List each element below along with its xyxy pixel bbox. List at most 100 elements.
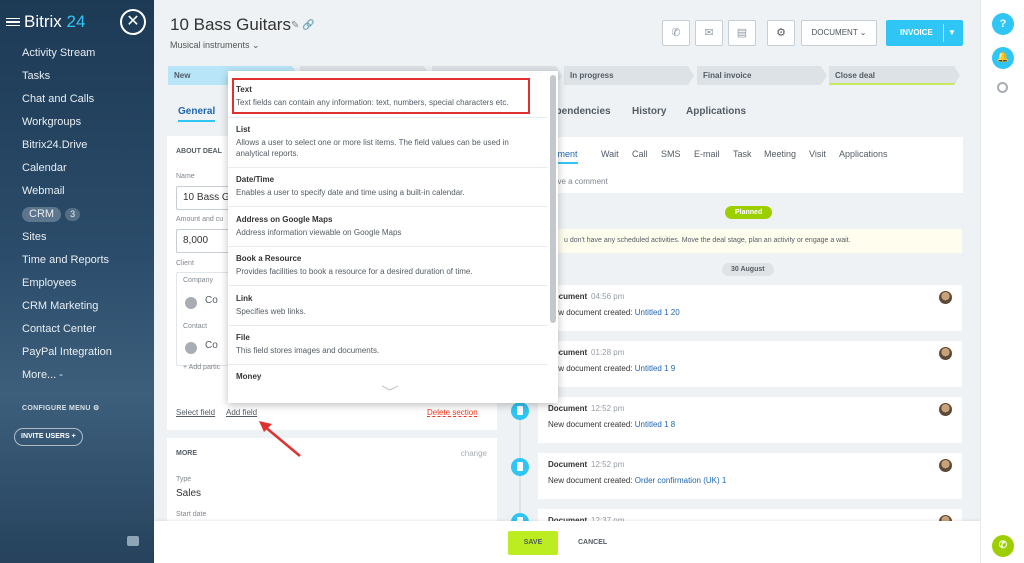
annotation-arrow [259,421,301,457]
sidebar-item-chat-and-calls[interactable]: Chat and Calls [22,90,152,113]
sidebar-item-more[interactable]: More... - [22,366,152,389]
avatar[interactable] [939,459,952,472]
amount-label: Amount and cu [176,216,224,223]
pencil-icon[interactable]: ✎ [291,20,299,31]
timeline-item-desc: New document created: Order confirmation… [548,476,727,485]
comment-input[interactable]: ave a comment [553,177,608,186]
avatar[interactable] [939,403,952,416]
phone-button[interactable]: ✆ [662,20,690,46]
delete-section-link[interactable]: Delete section [427,408,478,417]
timeline-item-title: Document [548,404,588,413]
timeline-tab-wait[interactable]: Wait [601,149,619,159]
logo-row: Bitrix 24 [6,12,85,32]
sidebar-item-crm-marketing[interactable]: CRM Marketing [22,297,152,320]
avatar[interactable] [939,291,952,304]
timeline-item[interactable]: Document 12:52 pm New document created: … [538,453,962,499]
amount-field[interactable]: 8,000 [176,229,236,253]
company-input[interactable]: Co [205,295,218,306]
avatar[interactable] [939,347,952,360]
add-field-link[interactable]: Add field [226,408,257,417]
sidebar-item-time-and-reports[interactable]: Time and Reports [22,251,152,274]
sidebar-item-activity-stream[interactable]: Activity Stream [22,44,152,67]
timeline-tab-sms[interactable]: SMS [661,149,681,159]
timeline-item-desc: New document created: Untitled 1 8 [548,420,676,429]
sidebar-item-paypal[interactable]: PayPal Integration [22,343,152,366]
sidebar-item-contact-center[interactable]: Contact Center [22,320,152,343]
add-participant-link[interactable]: + Add partic [183,364,220,371]
bell-icon[interactable]: 🔔 [992,47,1014,69]
logo[interactable]: Bitrix 24 [24,12,85,32]
tab-history[interactable]: History [632,106,666,117]
sidebar-item-employees[interactable]: Employees [22,274,152,297]
save-button[interactable]: SAVE [508,531,558,555]
stage-close-deal[interactable]: Close deal [829,66,960,85]
planned-badge: Planned [725,206,773,219]
timeline-tab-email[interactable]: E-mail [694,149,720,159]
sidebar-item-tasks[interactable]: Tasks [22,67,152,90]
select-field-link[interactable]: Select field [176,408,215,417]
tab-dependencies[interactable]: ependencies [550,106,611,117]
invite-users-button[interactable]: INVITE USERS + [14,428,83,446]
field-type-address[interactable]: Address on Google Maps Address informati… [236,215,542,238]
document-link[interactable]: Untitled 1 9 [635,364,675,373]
sidebar-item-crm[interactable]: CRM 3 [22,205,152,228]
timeline-tab-visit[interactable]: Visit [809,149,826,159]
timeline-item-time: 01:28 pm [591,348,625,357]
field-type-link[interactable]: Link Specifies web links. [236,294,542,317]
document-link[interactable]: Untitled 1 8 [635,420,675,429]
chevron-down-icon[interactable] [381,385,399,391]
email-button[interactable]: ✉ [695,20,723,46]
menu-icon[interactable] [6,17,20,27]
tab-applications[interactable]: Applications [686,106,746,117]
timeline-tab-call[interactable]: Call [632,149,648,159]
field-type-booking[interactable]: Book a Resource Provides facilities to b… [236,254,542,277]
stage-in-progress[interactable]: In progress [564,66,694,85]
sidebar-item-drive[interactable]: Bitrix24.Drive [22,136,152,159]
field-type-list[interactable]: List Allows a user to select one or more… [236,125,542,159]
timeline-item-title: Document [548,460,588,469]
phone-icon: ✆ [671,27,681,39]
document-label: DOCUMENT [811,28,858,37]
document-button[interactable]: DOCUMENT ⌄ [801,20,877,46]
change-link[interactable]: change [461,449,487,458]
left-sidebar: Bitrix 24 Activity Stream Tasks Chat and… [0,0,154,563]
stage-final-invoice[interactable]: Final invoice [697,66,827,85]
contact-input[interactable]: Co [205,340,218,351]
invoice-button[interactable]: INVOICE ▼ [886,20,963,46]
title-actions: ✎ 🔗 [291,20,315,31]
contact-icon [185,342,197,354]
field-type-desc: Specifies web links. [236,307,306,316]
tab-general[interactable]: General [178,106,216,122]
timeline-item[interactable]: Document 12:52 pm New document created: … [538,397,962,443]
timeline-tab-task[interactable]: Task [733,149,752,159]
phone-icon[interactable]: ✆ [992,535,1014,557]
timeline-item-time: 12:52 pm [591,404,625,413]
sidebar-item-sites[interactable]: Sites [22,228,152,251]
document-link[interactable]: Order confirmation (UK) 1 [635,476,727,485]
search-icon[interactable] [997,82,1008,93]
contact-label: Contact [183,323,208,330]
link-icon[interactable]: 🔗 [302,20,314,31]
name-field[interactable]: 10 Bass G [176,186,236,210]
category-select[interactable]: Musical instruments ⌄ [170,40,260,51]
timeline-tab-applications[interactable]: Applications [839,149,888,159]
configure-menu[interactable]: CONFIGURE MENU ⚙ [22,404,100,412]
sidebar-item-webmail[interactable]: Webmail [22,182,152,205]
chevron-down-icon: ⌄ [252,40,260,50]
timeline-tab-meeting[interactable]: Meeting [764,149,796,159]
settings-button[interactable]: ⚙ [767,20,795,46]
sidebar-item-calendar[interactable]: Calendar [22,159,152,182]
printer-icon[interactable] [127,536,139,546]
chevron-down-icon[interactable]: ▼ [948,20,956,46]
chat-button[interactable]: ▤ [728,20,756,46]
cancel-button[interactable]: CANCEL [578,531,607,555]
sidebar-item-workgroups[interactable]: Workgroups [22,113,152,136]
field-type-file[interactable]: File This field stores images and docume… [236,333,542,356]
field-type-datetime[interactable]: Date/Time Enables a user to specify date… [236,175,542,198]
scrollbar[interactable] [550,75,556,323]
timeline-item[interactable]: Document 04:56 pm New document created: … [538,285,962,331]
help-icon[interactable]: ? [992,13,1014,35]
timeline-item[interactable]: Document 01:28 pm New document created: … [538,341,962,387]
close-icon[interactable]: ✕ [120,9,146,35]
document-link[interactable]: Untitled 1 20 [635,308,680,317]
